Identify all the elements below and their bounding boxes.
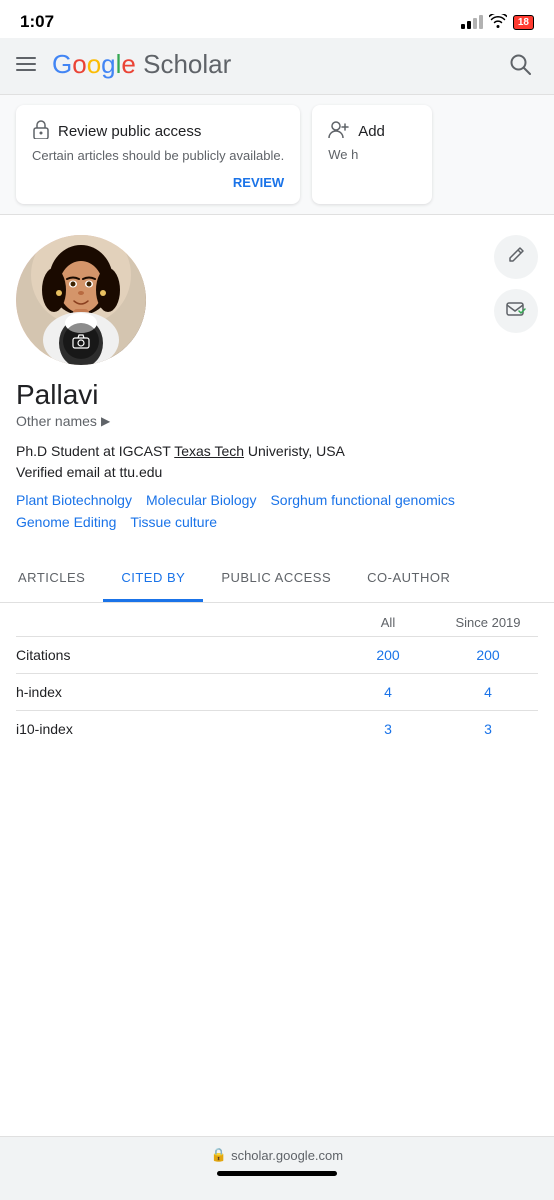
hindex-since[interactable]: 4	[438, 684, 538, 700]
battery-indicator: 18	[513, 15, 534, 30]
profile-email: Verified email at ttu.edu	[16, 464, 538, 480]
hindex-label: h-index	[16, 684, 338, 700]
tag-molecular-bio[interactable]: Molecular Biology	[146, 492, 257, 508]
google-scholar-logo: Google Scholar	[52, 49, 231, 80]
profile-top	[16, 235, 538, 365]
add-person-icon	[328, 119, 350, 143]
add-card-title: Add	[328, 119, 416, 143]
url-bar: 🔒 scholar.google.com	[0, 1136, 554, 1200]
profile-name: Pallavi	[16, 379, 538, 411]
signal-icon	[461, 15, 483, 29]
app-header: Google Scholar	[0, 38, 554, 95]
profile-affiliation: Ph.D Student at IGCAST Texas Tech Univer…	[16, 441, 538, 462]
status-icons: 18	[461, 14, 534, 31]
email-verified-button[interactable]	[494, 289, 538, 333]
menu-button[interactable]	[16, 57, 36, 71]
url-lock-icon: 🔒	[211, 1147, 227, 1163]
status-bar: 1:07 18	[0, 0, 554, 38]
header-left: Google Scholar	[16, 49, 231, 80]
tag-sorghum[interactable]: Sorghum functional genomics	[270, 492, 454, 508]
tab-public-access[interactable]: PUBLIC ACCESS	[203, 556, 349, 602]
add-card-sub: We h	[328, 147, 416, 162]
col-since: Since 2019	[438, 615, 538, 630]
status-time: 1:07	[20, 12, 54, 32]
avatar-wrapper[interactable]	[16, 235, 146, 365]
hindex-row: h-index 4 4	[16, 673, 538, 710]
url-text-content: scholar.google.com	[231, 1148, 343, 1163]
tabs-section: ARTICLES CITED BY PUBLIC ACCESS CO-AUTHO…	[0, 556, 554, 603]
col-all: All	[338, 615, 438, 630]
review-access-card: Review public access Certain articles sh…	[16, 105, 300, 204]
home-indicator	[217, 1171, 337, 1176]
tab-cited-by[interactable]: CITED BY	[103, 556, 203, 602]
change-photo-button[interactable]	[63, 323, 99, 359]
pencil-icon	[507, 246, 525, 269]
banner-card-title: Review public access	[32, 119, 284, 143]
banner-area: Review public access Certain articles sh…	[0, 95, 554, 215]
url-display: 🔒 scholar.google.com	[211, 1147, 343, 1163]
tag-tissue-culture[interactable]: Tissue culture	[130, 514, 217, 530]
stats-section: All Since 2019 Citations 200 200 h-index…	[0, 603, 554, 747]
profile-actions	[494, 235, 538, 333]
review-button[interactable]: REVIEW	[32, 175, 284, 190]
lock-icon	[32, 119, 50, 143]
wifi-icon	[489, 14, 507, 31]
profile-section: Pallavi Other names ▶ Ph.D Student at IG…	[0, 215, 554, 536]
search-button[interactable]	[502, 46, 538, 82]
i10index-since[interactable]: 3	[438, 721, 538, 737]
i10index-all[interactable]: 3	[338, 721, 438, 737]
email-check-icon	[506, 300, 526, 323]
tab-co-authors[interactable]: CO-AUTHOR	[349, 556, 468, 602]
i10index-row: i10-index 3 3	[16, 710, 538, 747]
tag-genome-editing[interactable]: Genome Editing	[16, 514, 116, 530]
tab-articles[interactable]: ARTICLES	[0, 556, 103, 602]
edit-profile-button[interactable]	[494, 235, 538, 279]
citations-row: Citations 200 200	[16, 636, 538, 673]
citations-all[interactable]: 200	[338, 647, 438, 663]
stats-header: All Since 2019	[16, 603, 538, 636]
hindex-all[interactable]: 4	[338, 684, 438, 700]
other-names-row[interactable]: Other names ▶	[16, 413, 538, 429]
citations-label: Citations	[16, 647, 338, 663]
add-card: Add We h	[312, 105, 432, 204]
i10index-label: i10-index	[16, 721, 338, 737]
tag-plant-biotech[interactable]: Plant Biotechnolgy	[16, 492, 132, 508]
citations-since[interactable]: 200	[438, 647, 538, 663]
other-names-arrow: ▶	[101, 414, 110, 428]
research-tags: Plant Biotechnolgy Molecular Biology Sor…	[16, 492, 538, 536]
other-names-label: Other names	[16, 413, 97, 429]
banner-card-subtitle: Certain articles should be publicly avai…	[32, 147, 284, 165]
